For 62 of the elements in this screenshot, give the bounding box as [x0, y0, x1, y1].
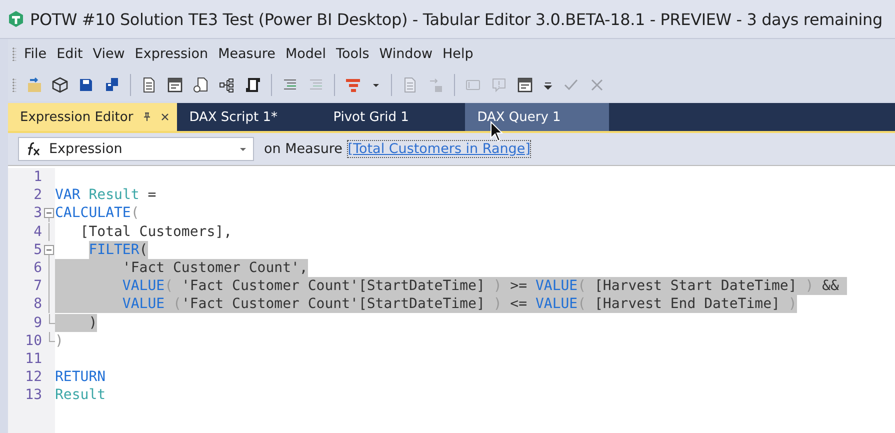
dropdown-caret-icon — [239, 146, 247, 152]
code-text: VAR Result = — [55, 186, 156, 204]
code-text: Result — [55, 386, 106, 404]
menu-item[interactable]: Tools — [336, 46, 370, 62]
line-number: 10 — [25, 332, 42, 349]
line-number: 7 — [34, 278, 42, 294]
code-text: 'Fact Customer Count', — [55, 259, 308, 278]
line-number: 13 — [25, 387, 42, 404]
fx-icon — [25, 142, 41, 156]
menu-item[interactable]: Help — [442, 46, 474, 62]
fold-end-line — [49, 332, 55, 342]
code-text: ) — [55, 332, 64, 350]
save-icon[interactable] — [78, 77, 94, 93]
menu-item[interactable]: Window — [379, 46, 432, 62]
document-tab[interactable]: Expression Editor — [8, 103, 178, 131]
line-number: 8 — [34, 296, 42, 312]
menu-item[interactable]: Measure — [218, 46, 276, 62]
scroll-icon[interactable] — [245, 77, 261, 93]
menu-item[interactable]: Expression — [134, 46, 208, 62]
fold-end-line — [49, 314, 55, 324]
menu-item[interactable]: Edit — [56, 46, 83, 62]
gantt-chart-icon[interactable] — [345, 77, 361, 93]
code-text: ) — [55, 314, 98, 332]
line-number: 11 — [25, 350, 42, 367]
menu-item[interactable]: Model — [285, 46, 326, 62]
code-text: [Total Customers], — [79, 222, 232, 241]
line-number: 3 — [34, 205, 42, 222]
form-icon[interactable] — [167, 77, 183, 93]
window-title: POTW #10 Solution TE3 Test (Power BI Desktop) - Tabular Editor 3.0.BETA-18.1 - PREVIEW - 3 days remaining — [30, 10, 882, 28]
code-text: CALCULATE( — [55, 204, 140, 222]
line-number: 4 — [34, 224, 42, 240]
measure-label: on Measure — [264, 141, 344, 157]
document-tab[interactable]: Pivot Grid 1 — [321, 103, 466, 131]
measure-link[interactable]: [Total Customers in Range] — [346, 140, 532, 158]
save-all-icon[interactable] — [104, 77, 120, 93]
tree-icon[interactable] — [219, 77, 235, 93]
document-icon[interactable] — [141, 77, 157, 93]
code-text: VALUE( 'Fact Customer Count'[StartDateTime] ) >= VALUE( [Harvest Start DateTime] ) && — [55, 277, 848, 296]
grip-handle[interactable] — [12, 47, 16, 61]
line-number: 12 — [25, 369, 42, 386]
menu-item[interactable]: View — [92, 46, 125, 62]
dropdown-value: Expression — [49, 141, 124, 157]
menu-item[interactable]: File — [24, 46, 47, 62]
folder-icon[interactable] — [26, 77, 42, 93]
form-icon[interactable] — [517, 77, 533, 93]
line-number: 6 — [34, 260, 42, 276]
code-text: FILTER( — [88, 240, 148, 259]
line-number: 1 — [34, 169, 42, 186]
close-icon[interactable] — [161, 113, 170, 121]
mouse-cursor-icon — [490, 121, 504, 143]
code-text: VALUE ('Fact Customer Count'[StartDateTime] ) <= VALUE( [Harvest End DateTime] ) — [55, 295, 797, 314]
pin-icon[interactable] — [143, 112, 152, 122]
document-tab[interactable]: DAX Script 1* — [177, 103, 322, 131]
document-tab[interactable]: DAX Query 1 — [465, 103, 610, 131]
line-number: 5 — [34, 242, 42, 258]
line-number: 9 — [34, 314, 42, 331]
grip-handle[interactable] — [12, 78, 16, 92]
property-dropdown[interactable]: Expression — [18, 137, 254, 161]
cube-icon[interactable] — [52, 77, 68, 93]
app-logo-icon — [7, 10, 25, 28]
code-text: RETURN — [55, 368, 106, 386]
line-number: 2 — [34, 187, 42, 204]
